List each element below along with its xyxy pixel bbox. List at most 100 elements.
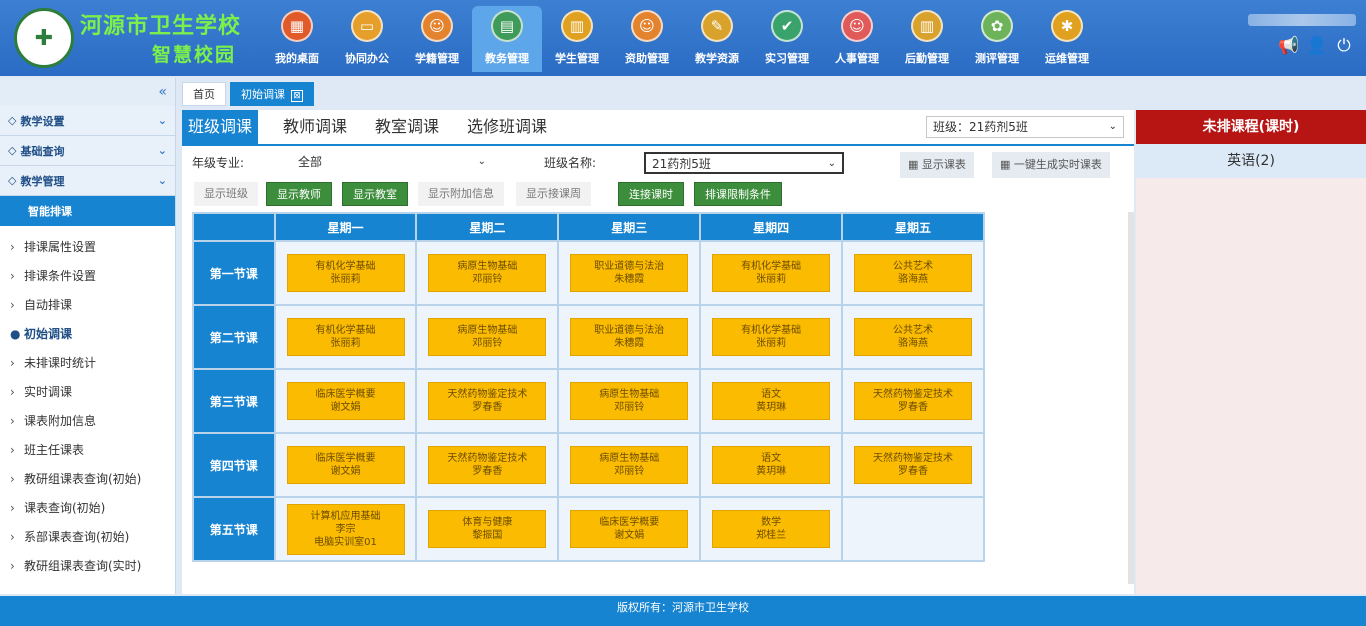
sidebar-item[interactable]: › 教研组课表查询(初始) — [0, 464, 175, 493]
timetable-cell[interactable]: 天然药物鉴定技术 罗春香 — [417, 370, 558, 432]
timetable-cell[interactable]: 职业道德与法治 朱穗霞 — [559, 306, 700, 368]
class-name-select[interactable]: 21药剂5班 ⌄ — [644, 152, 844, 174]
course-block[interactable]: 计算机应用基础 李宗 电脑实训室01 — [286, 503, 405, 555]
course-block[interactable]: 天然药物鉴定技术 罗春香 — [854, 382, 973, 420]
timetable-cell[interactable]: 语文 黄玥琳 — [701, 434, 842, 496]
timetable-cell[interactable]: 病原生物基础 邓丽铃 — [559, 434, 700, 496]
sidebar-item[interactable]: › 排课属性设置 — [0, 232, 175, 261]
timetable-cell[interactable]: 临床医学概要 谢文娟 — [275, 434, 416, 496]
timetable-cell[interactable]: 有机化学基础 张丽莉 — [701, 242, 842, 304]
nav-item[interactable]: ✔ 实习管理 — [752, 6, 822, 72]
course-block[interactable]: 职业道德与法治 朱穗霞 — [570, 254, 689, 292]
class-select-top[interactable]: 班级：21药剂5班 ⌄ — [926, 116, 1124, 138]
course-block[interactable]: 公共艺术 骆海燕 — [854, 254, 973, 292]
nav-item[interactable]: ✱ 运维管理 — [1032, 6, 1102, 72]
timetable-cell[interactable]: 天然药物鉴定技术 罗春香 — [843, 434, 983, 496]
timetable-cell[interactable]: 公共艺术 骆海燕 — [843, 306, 983, 368]
course-block[interactable]: 天然药物鉴定技术 罗春香 — [428, 446, 547, 484]
sidebar-item[interactable]: › 未排课时统计 — [0, 348, 175, 377]
sidebar-item[interactable]: › 排课条件设置 — [0, 261, 175, 290]
timetable-cell[interactable]: 病原生物基础 邓丽铃 — [559, 370, 700, 432]
timetable-cell[interactable] — [843, 498, 983, 560]
sidebar-item[interactable]: › 教研组课表查询(实时) — [0, 551, 175, 580]
close-icon[interactable]: ⊠ — [291, 90, 303, 102]
timetable-cell[interactable]: 有机化学基础 张丽莉 — [275, 306, 416, 368]
course-block[interactable]: 病原生物基础 邓丽铃 — [428, 254, 547, 292]
generate-realtime-button[interactable]: ▦ 一键生成实时课表 — [992, 152, 1110, 178]
unscheduled-course-item[interactable]: 英语(2) — [1136, 144, 1366, 178]
timetable-cell[interactable]: 计算机应用基础 李宗 电脑实训室01 — [275, 498, 416, 560]
show-teacher-toggle[interactable]: 显示教师 — [266, 182, 332, 206]
course-block[interactable]: 语文 黄玥琳 — [712, 382, 831, 420]
sidebar-item-smart-scheduling[interactable]: 智能排课 — [0, 196, 175, 226]
course-block[interactable]: 有机化学基础 张丽莉 — [712, 318, 831, 356]
sidebar-group-basic-query[interactable]: ◇ 基础查询 ⌄ — [0, 136, 175, 166]
timetable-cell[interactable]: 数学 郑桂兰 — [701, 498, 842, 560]
timetable-cell[interactable]: 职业道德与法治 朱穗霞 — [559, 242, 700, 304]
show-room-toggle[interactable]: 显示教室 — [342, 182, 408, 206]
course-block[interactable]: 语文 黄玥琳 — [712, 446, 831, 484]
show-extra-info-toggle[interactable]: 显示附加信息 — [418, 182, 504, 206]
course-block[interactable]: 有机化学基础 张丽莉 — [712, 254, 831, 292]
course-block[interactable]: 公共艺术 骆海燕 — [854, 318, 973, 356]
course-block[interactable]: 临床医学概要 谢文娟 — [286, 446, 405, 484]
sidebar-item[interactable]: › 班主任课表 — [0, 435, 175, 464]
nav-item[interactable]: ☺ 资助管理 — [612, 6, 682, 72]
timetable-cell[interactable]: 临床医学概要 谢文娟 — [275, 370, 416, 432]
tab-initial-adjust[interactable]: 初始调课 ⊠ — [230, 82, 314, 106]
sidebar-item[interactable]: › 系部课表查询(初始) — [0, 522, 175, 551]
tab-class-adjust[interactable]: 班级调课 — [182, 110, 259, 144]
nav-item[interactable]: ▥ 学生管理 — [542, 6, 612, 72]
timetable-cell[interactable]: 病原生物基础 邓丽铃 — [417, 306, 558, 368]
course-block[interactable]: 临床医学概要 谢文娟 — [286, 382, 405, 420]
course-block[interactable]: 临床医学概要 谢文娟 — [570, 510, 689, 548]
nav-item[interactable]: ▤ 教务管理 — [472, 6, 542, 72]
timetable-cell[interactable]: 公共艺术 骆海燕 — [843, 242, 983, 304]
scheduling-constraints-button[interactable]: 排课限制条件 — [694, 182, 782, 206]
sidebar-item[interactable]: ● 初始调课 — [0, 319, 175, 348]
show-week-toggle[interactable]: 显示接课周 — [516, 182, 591, 206]
course-block[interactable]: 病原生物基础 邓丽铃 — [428, 318, 547, 356]
nav-item[interactable]: ▭ 协同办公 — [332, 6, 402, 72]
timetable-cell[interactable]: 天然药物鉴定技术 罗春香 — [843, 370, 983, 432]
timetable-cell[interactable]: 语文 黄玥琳 — [701, 370, 842, 432]
nav-item[interactable]: ☺ 学籍管理 — [402, 6, 472, 72]
timetable-cell[interactable]: 有机化学基础 张丽莉 — [701, 306, 842, 368]
tab-home[interactable]: 首页 — [182, 82, 226, 106]
course-block[interactable]: 体育与健康 黎振国 — [428, 510, 547, 548]
sidebar-item[interactable]: › 课表查询(初始) — [0, 493, 175, 522]
sidebar-group-teaching-management[interactable]: ◇ 教学管理 ⌄ — [0, 166, 175, 196]
power-icon[interactable]: ⏻ — [1334, 36, 1354, 56]
show-class-toggle[interactable]: 显示班级 — [194, 182, 258, 206]
sidebar-item[interactable]: › 课表附加信息 — [0, 406, 175, 435]
timetable-cell[interactable]: 病原生物基础 邓丽铃 — [417, 242, 558, 304]
timetable-cell[interactable]: 天然药物鉴定技术 罗春香 — [417, 434, 558, 496]
nav-item[interactable]: ✎ 教学资源 — [682, 6, 752, 72]
nav-item[interactable]: ▥ 后勤管理 — [892, 6, 962, 72]
nav-item[interactable]: ✿ 测评管理 — [962, 6, 1032, 72]
continuous-periods-button[interactable]: 连接课时 — [618, 182, 684, 206]
sidebar-item[interactable]: › 实时调课 — [0, 377, 175, 406]
user-icon[interactable]: 👤 — [1306, 36, 1327, 56]
timetable-cell[interactable]: 体育与健康 黎振国 — [417, 498, 558, 560]
vertical-scrollbar[interactable] — [1128, 212, 1134, 584]
sidebar-item[interactable]: › 自动排课 — [0, 290, 175, 319]
course-block[interactable]: 有机化学基础 张丽莉 — [286, 254, 405, 292]
course-block[interactable]: 有机化学基础 张丽莉 — [286, 318, 405, 356]
show-schedule-button[interactable]: ▦ 显示课表 — [900, 152, 974, 178]
collapse-sidebar-button[interactable]: « — [0, 78, 175, 106]
tab-room-adjust[interactable]: 教室调课 — [369, 110, 445, 144]
tab-elective-adjust[interactable]: 选修班调课 — [461, 110, 553, 144]
course-block[interactable]: 病原生物基础 邓丽铃 — [570, 382, 689, 420]
course-block[interactable]: 职业道德与法治 朱穗霞 — [570, 318, 689, 356]
nav-item[interactable]: ☺ 人事管理 — [822, 6, 892, 72]
timetable-cell[interactable]: 临床医学概要 谢文娟 — [559, 498, 700, 560]
course-block[interactable]: 病原生物基础 邓丽铃 — [570, 446, 689, 484]
timetable-cell[interactable]: 有机化学基础 张丽莉 — [275, 242, 416, 304]
course-block[interactable]: 天然药物鉴定技术 罗春香 — [854, 446, 973, 484]
nav-item[interactable]: ▦ 我的桌面 — [262, 6, 332, 72]
major-select[interactable]: 全部 ⌄ — [292, 152, 492, 174]
announcement-icon[interactable]: 📢 — [1278, 36, 1299, 56]
course-block[interactable]: 数学 郑桂兰 — [712, 510, 831, 548]
course-block[interactable]: 天然药物鉴定技术 罗春香 — [428, 382, 547, 420]
